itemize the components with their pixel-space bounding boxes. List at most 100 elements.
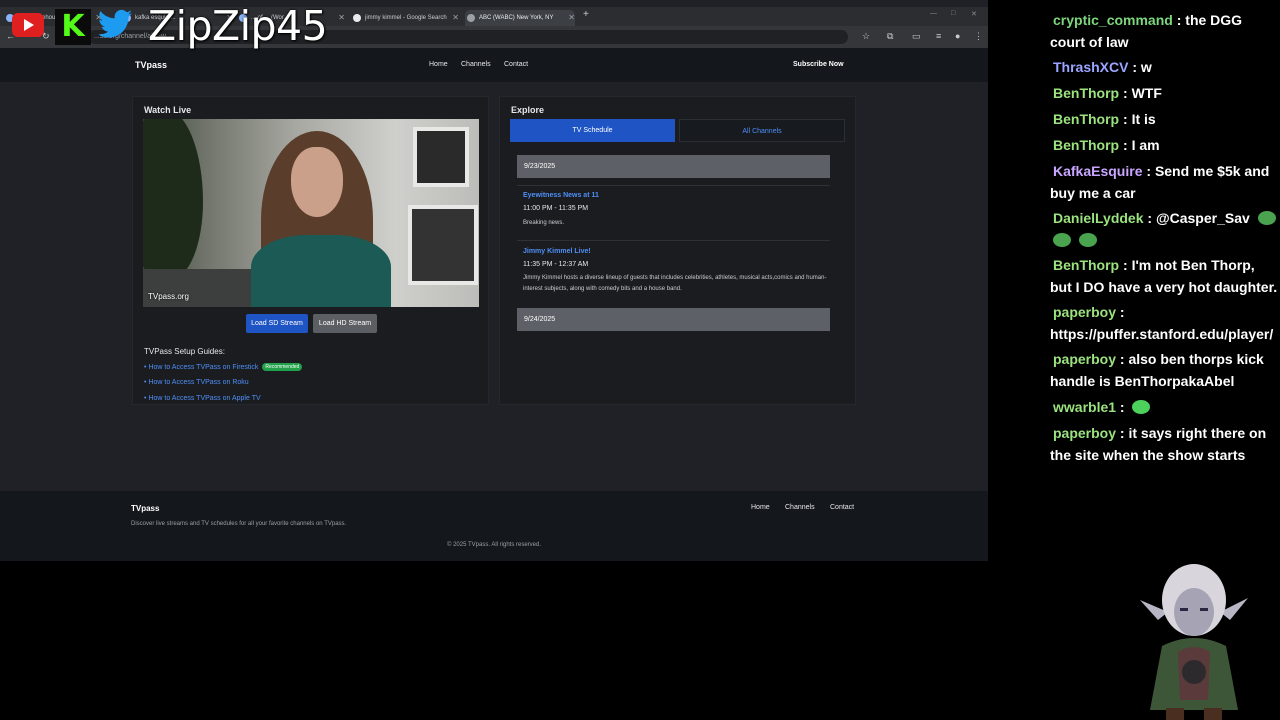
- cast-icon[interactable]: ▭: [912, 31, 921, 42]
- video-couch: [143, 269, 263, 307]
- guide-link-roku[interactable]: • How to Access TVPass on Roku: [144, 379, 249, 386]
- schedule-day-header: 9/24/2025: [517, 308, 830, 331]
- bullet-icon: •: [144, 379, 147, 386]
- browser-tab-active[interactable]: ABC (WABC) New York, NY ✕: [465, 10, 575, 26]
- chat-username[interactable]: paperboy: [1053, 425, 1116, 441]
- profile-icon[interactable]: ●: [955, 31, 960, 41]
- new-tab-button[interactable]: +: [583, 9, 589, 20]
- youtube-icon: [12, 13, 44, 37]
- site-logo[interactable]: TVpass: [135, 60, 167, 70]
- tab-all-channels[interactable]: All Channels: [679, 119, 845, 142]
- chat-username[interactable]: ThrashXCV: [1053, 59, 1128, 75]
- bookmark-star-icon[interactable]: ☆: [862, 31, 870, 42]
- chat-username[interactable]: paperboy: [1053, 351, 1116, 367]
- nav-contact-link[interactable]: Contact: [504, 61, 528, 68]
- video-plant: [143, 119, 203, 279]
- browser-tab[interactable]: jimmy kimmel - Google Search ✕: [351, 10, 459, 26]
- guide-label: How to Access TVPass on Roku: [148, 379, 249, 386]
- site-navbar: TVpass Home Channels Contact Subscribe N…: [0, 48, 988, 82]
- kick-icon: K: [55, 9, 91, 45]
- streamer-avatar: [1138, 560, 1250, 720]
- video-wall-photo: [408, 205, 478, 285]
- extensions-icon[interactable]: ⧉: [887, 31, 893, 42]
- nav-home-link[interactable]: Home: [429, 61, 448, 68]
- footer-channels-link[interactable]: Channels: [785, 504, 815, 511]
- close-window-icon[interactable]: ✕: [971, 10, 977, 18]
- show-title[interactable]: Jimmy Kimmel Live!: [523, 248, 591, 255]
- schedule-day-header: 9/23/2025: [517, 155, 830, 178]
- chat-text: It is: [1131, 111, 1156, 127]
- chat-username[interactable]: DanielLyddek: [1053, 210, 1144, 226]
- divider: [517, 185, 830, 186]
- video-watermark: TVpass.org: [148, 292, 189, 301]
- tab-label: jimmy kimmel - Google Search: [365, 15, 447, 21]
- chat-username[interactable]: BenThorp: [1053, 257, 1119, 273]
- show-time: 11:00 PM - 11:35 PM: [523, 205, 589, 212]
- video-wall-photo: [413, 127, 469, 187]
- footer-copyright: © 2025 TVpass. All rights reserved.: [446, 542, 542, 548]
- chat-text[interactable]: https://puffer.stanford.edu/player/: [1050, 326, 1273, 342]
- close-tab-icon[interactable]: ✕: [452, 10, 459, 26]
- tvpass-page: TVpass Home Channels Contact Subscribe N…: [0, 48, 988, 561]
- twitter-icon: [98, 9, 134, 45]
- show-title[interactable]: Eyewitness News at 11: [523, 192, 599, 199]
- watch-live-title: Watch Live: [144, 105, 192, 115]
- twitter-bird-icon: [98, 9, 132, 38]
- chat-message: paperboy : it says right there on the si…: [1050, 425, 1267, 463]
- video-person-body: [251, 235, 391, 307]
- guide-link-apple-tv[interactable]: • How to Access TVPass on Apple TV: [144, 395, 261, 402]
- chat-username[interactable]: cryptic_command: [1053, 12, 1173, 28]
- chat-message: BenThorp : I'm not Ben Thorp, but I DO h…: [1050, 257, 1278, 295]
- bullet-icon: •: [144, 364, 147, 371]
- close-tab-icon[interactable]: ✕: [568, 10, 575, 26]
- smile-emote-icon: [1132, 400, 1151, 414]
- chat-username[interactable]: paperboy: [1053, 304, 1116, 320]
- schedule-scrollbar[interactable]: ▲ ▼: [847, 152, 848, 334]
- subscribe-link[interactable]: Subscribe Now: [793, 61, 844, 68]
- explore-card: Explore TV Schedule All Channels 9/23/20…: [499, 96, 856, 405]
- chat-message: BenThorp : It is: [1053, 111, 1156, 127]
- chat-username[interactable]: KafkaEsquire: [1053, 163, 1142, 179]
- bullet-icon: •: [144, 395, 147, 402]
- chat-username[interactable]: BenThorp: [1053, 111, 1119, 127]
- chat-message: ThrashXCV : w: [1053, 59, 1152, 75]
- scroll-down-icon[interactable]: ▼: [847, 324, 848, 330]
- video-person-face: [291, 147, 343, 217]
- load-sd-stream-button[interactable]: Load SD Stream: [246, 314, 308, 333]
- schedule-list[interactable]: 9/23/2025 Eyewitness News at 11 11:00 PM…: [510, 150, 848, 336]
- site-footer: TVpass Discover live streams and TV sche…: [0, 491, 988, 561]
- chat-text: WTF: [1131, 85, 1162, 101]
- chat-username[interactable]: wwarble1: [1053, 399, 1116, 415]
- footer-home-link[interactable]: Home: [751, 504, 770, 511]
- tab-favicon-icon: [467, 14, 475, 22]
- guide-label: How to Access TVPass on Firestick: [148, 364, 259, 371]
- chat-panel: cryptic_command : the DGG court of law T…: [1048, 0, 1280, 560]
- elf-avatar-icon: [1140, 564, 1248, 720]
- load-hd-stream-button[interactable]: Load HD Stream: [313, 314, 377, 333]
- chat-username[interactable]: BenThorp: [1053, 137, 1119, 153]
- recommended-badge: Recommended: [262, 363, 303, 371]
- chat-message: paperboy : also ben thorps kick handle i…: [1050, 351, 1264, 389]
- chat-text: I am: [1131, 137, 1160, 153]
- tab-tv-schedule[interactable]: TV Schedule: [510, 119, 675, 142]
- tab-label: ABC (WABC) New York, NY: [479, 15, 554, 21]
- guide-link-firestick[interactable]: • How to Access TVPass on Firestick Recomm…: [144, 363, 303, 371]
- menu-kebab-icon[interactable]: ⋮: [974, 31, 983, 42]
- footer-contact-link[interactable]: Contact: [830, 504, 854, 511]
- browser-window: The Whitehou... ✕ kafka esquire... ✕ ...…: [0, 0, 988, 561]
- chat-text: w: [1140, 59, 1152, 75]
- chat-username[interactable]: BenThorp: [1053, 85, 1119, 101]
- divider: [517, 240, 830, 241]
- setup-guides-title: TVPass Setup Guides:: [144, 347, 225, 356]
- footer-brand: TVpass: [131, 504, 160, 513]
- video-player[interactable]: TVpass.org: [143, 119, 479, 307]
- pepe-emote-icon: [1257, 211, 1276, 225]
- maximize-icon[interactable]: □: [951, 10, 955, 17]
- streamer-overlay: K ZipZip45: [0, 0, 340, 50]
- chat-message: KafkaEsquire : Send me $5k and buy me a …: [1050, 163, 1270, 201]
- minimize-icon[interactable]: —: [930, 10, 937, 17]
- chat-message: paperboy : https://puffer.stanford.edu/p…: [1050, 304, 1274, 342]
- scroll-up-icon[interactable]: ▲: [847, 152, 848, 158]
- nav-channels-link[interactable]: Channels: [461, 61, 491, 68]
- sidebar-icon[interactable]: ≡: [936, 31, 941, 41]
